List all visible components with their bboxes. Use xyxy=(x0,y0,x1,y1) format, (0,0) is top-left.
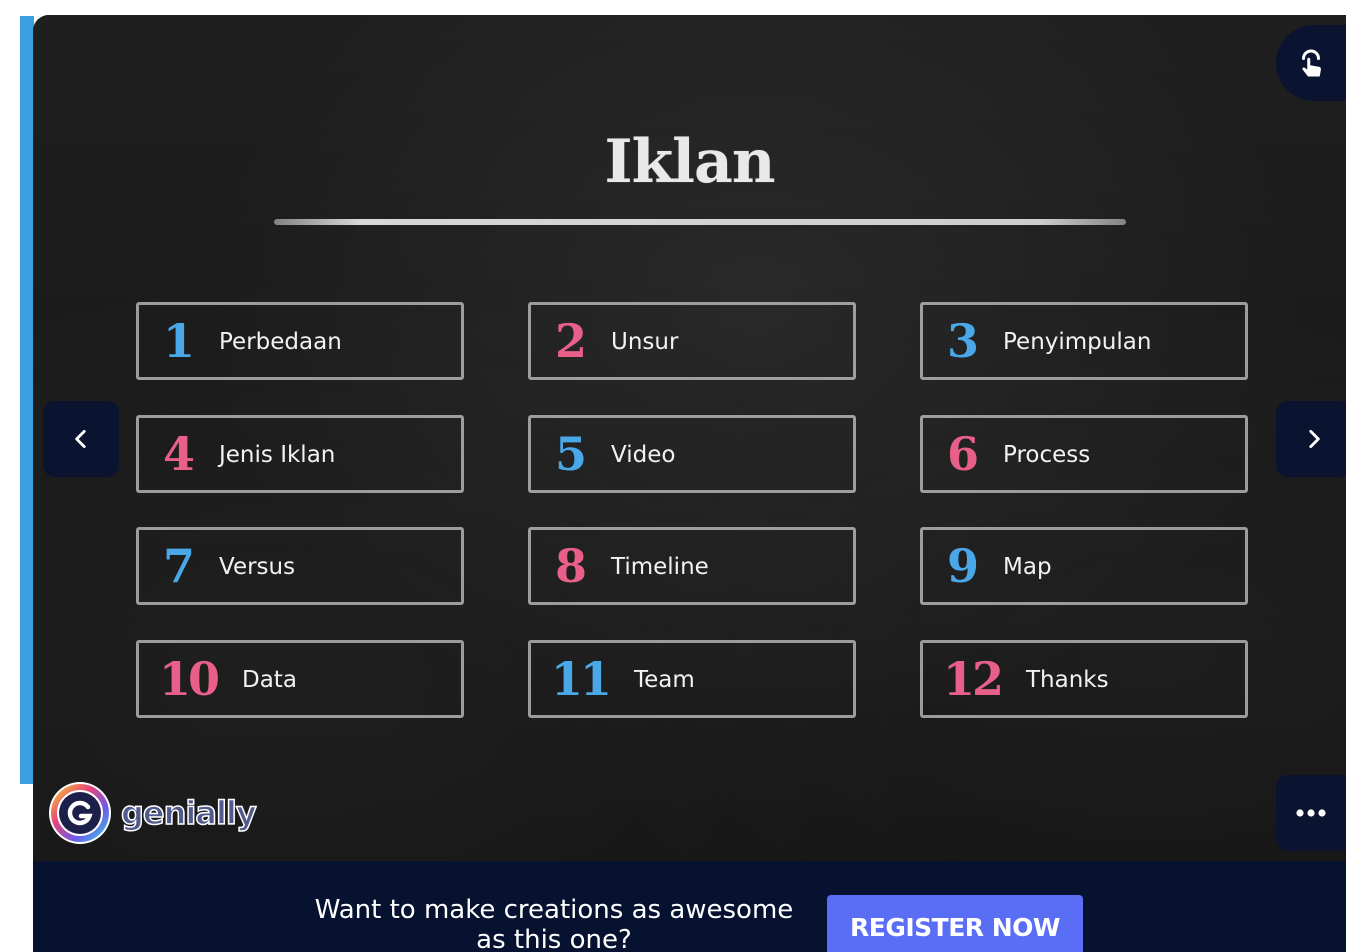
index-item-label: Thanks xyxy=(1026,667,1109,693)
genially-logo-icon xyxy=(49,782,111,844)
index-item-label: Versus xyxy=(219,554,296,580)
index-item-11[interactable]: 11 Team xyxy=(528,640,856,718)
more-options-button[interactable] xyxy=(1276,775,1346,851)
genially-logo-text: genially xyxy=(120,793,257,833)
index-item-number: 5 xyxy=(555,427,588,481)
index-item-number: 10 xyxy=(159,652,220,706)
index-item-number: 4 xyxy=(163,427,196,481)
more-dots-icon xyxy=(1296,809,1326,817)
index-item-4[interactable]: 4 Jenis Iklan xyxy=(136,415,464,493)
index-item-number: 7 xyxy=(163,539,196,593)
index-item-number: 11 xyxy=(551,652,612,706)
index-item-12[interactable]: 12 Thanks xyxy=(920,640,1248,718)
index-item-number: 1 xyxy=(163,314,196,368)
index-item-8[interactable]: 8 Timeline xyxy=(528,527,856,605)
next-slide-button[interactable] xyxy=(1276,401,1346,477)
side-strip xyxy=(20,16,34,784)
chalkboard-slide: Iklan 1 Perbedaan 2 Unsur 3 Penyimpulan 4 Jenis… xyxy=(33,15,1346,861)
index-item-label: Map xyxy=(1003,554,1052,580)
index-item-number: 6 xyxy=(947,427,980,481)
promo-text: Want to make creations as awesome as thi… xyxy=(314,895,794,952)
genially-logo[interactable]: genially xyxy=(47,779,257,847)
index-item-10[interactable]: 10 Data xyxy=(136,640,464,718)
chalk-divider xyxy=(274,219,1126,225)
index-item-label: Unsur xyxy=(611,329,679,355)
page: Iklan 1 Perbedaan 2 Unsur 3 Penyimpulan 4 Jenis… xyxy=(0,0,1346,952)
index-item-label: Process xyxy=(1003,442,1091,468)
index-item-label: Penyimpulan xyxy=(1003,329,1152,355)
index-item-5[interactable]: 5 Video xyxy=(528,415,856,493)
index-item-label: Team xyxy=(634,667,695,693)
index-item-label: Timeline xyxy=(611,554,709,580)
promo-footer: Want to make creations as awesome as thi… xyxy=(33,861,1346,952)
index-item-2[interactable]: 2 Unsur xyxy=(528,302,856,380)
chevron-left-icon xyxy=(75,430,86,448)
index-item-number: 2 xyxy=(555,314,588,368)
index-item-1[interactable]: 1 Perbedaan xyxy=(136,302,464,380)
slide-title: Iklan xyxy=(604,127,776,197)
hand-pointer-icon xyxy=(1302,49,1321,77)
index-item-7[interactable]: 7 Versus xyxy=(136,527,464,605)
register-now-button[interactable]: REGISTER NOW xyxy=(827,895,1083,952)
index-item-6[interactable]: 6 Process xyxy=(920,415,1248,493)
interactive-elements-button[interactable] xyxy=(1276,25,1346,101)
prev-slide-button[interactable] xyxy=(43,401,119,477)
index-item-3[interactable]: 3 Penyimpulan xyxy=(920,302,1248,380)
index-item-number: 3 xyxy=(947,314,980,368)
chevron-right-icon xyxy=(1309,430,1320,448)
index-item-label: Jenis Iklan xyxy=(219,442,336,468)
index-item-label: Data xyxy=(242,667,297,693)
index-item-number: 8 xyxy=(555,539,588,593)
index-item-number: 12 xyxy=(943,652,1004,706)
index-item-label: Perbedaan xyxy=(219,329,342,355)
index-item-9[interactable]: 9 Map xyxy=(920,527,1248,605)
genially-viewer: Iklan 1 Perbedaan 2 Unsur 3 Penyimpulan 4 Jenis… xyxy=(33,15,1346,952)
index-item-label: Video xyxy=(611,442,676,468)
index-item-number: 9 xyxy=(947,539,980,593)
